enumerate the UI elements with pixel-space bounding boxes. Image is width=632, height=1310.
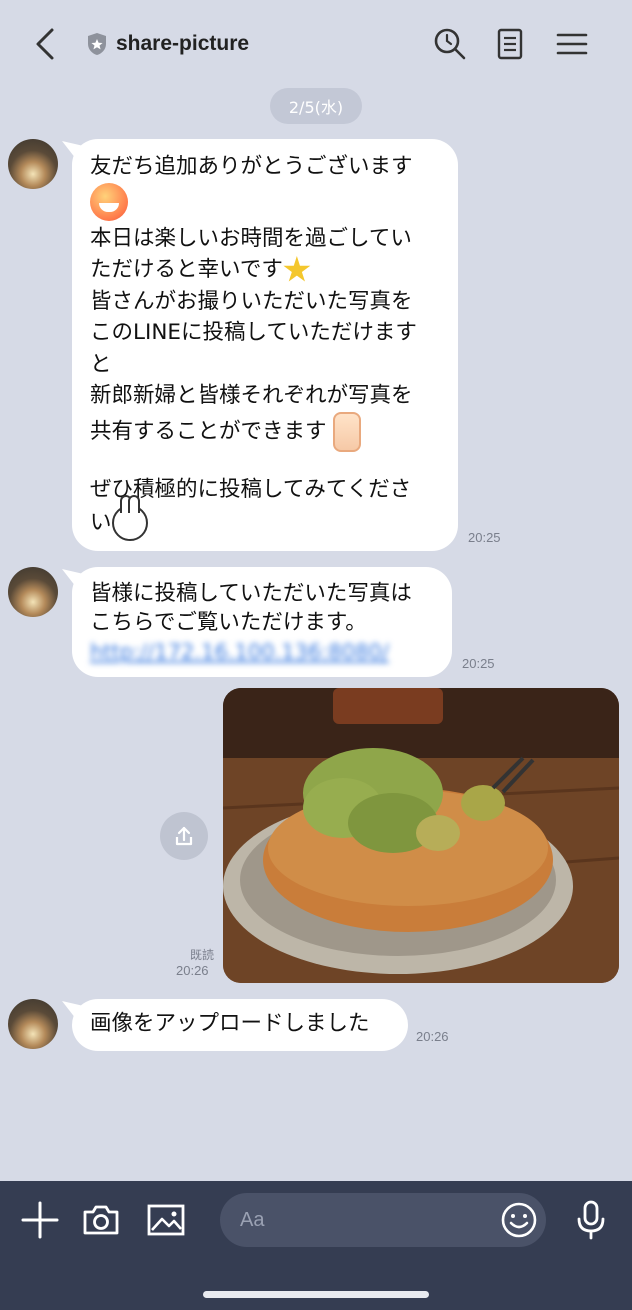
plus-icon[interactable] <box>19 1199 61 1241</box>
bunny-sticker-emoji-icon <box>111 495 148 541</box>
grinning-face-emoji-icon <box>90 182 128 221</box>
home-indicator[interactable] <box>203 1291 429 1298</box>
message-text-line: 本日は楽しいお時間を過ごしてい <box>90 225 412 251</box>
message-text-line: と <box>90 351 112 377</box>
message-timestamp: 20:25 <box>462 656 495 671</box>
message-bubble-link[interactable]: 皆様に投稿していただいた写真は こちらでご覧いただけます。 http://172… <box>72 567 452 677</box>
message-bubble-upload[interactable]: 画像をアップロードしました <box>72 999 408 1051</box>
message-text-line: 画像をアップロードしました <box>90 1011 370 1036</box>
message-text-line: 共有することができます <box>90 418 327 444</box>
notes-icon[interactable] <box>492 26 528 62</box>
message-text-line: このLINEに投稿していただけます <box>90 320 417 345</box>
message-text-line: 新郎新婦と皆様それぞれが写真を <box>90 383 413 408</box>
message-timestamp: 20:26 <box>176 963 209 978</box>
chat-header: share-picture <box>0 0 632 88</box>
url-link[interactable]: http://172.16.100.136:8080/ <box>90 637 434 669</box>
star-emoji-icon <box>283 256 311 282</box>
avatar[interactable] <box>8 999 58 1049</box>
pancake-photo-image <box>223 688 619 983</box>
read-receipt: 既読 <box>190 948 215 962</box>
avatar[interactable] <box>8 567 58 617</box>
share-icon <box>175 826 193 846</box>
official-shield-icon <box>88 33 106 55</box>
back-icon[interactable] <box>30 26 64 62</box>
chat-title-group[interactable]: share-picture <box>86 28 249 60</box>
camera-icon[interactable] <box>80 1199 122 1241</box>
share-button[interactable] <box>160 812 208 860</box>
thumbs-up-emoji-icon <box>333 411 362 452</box>
sent-photo[interactable] <box>223 688 619 983</box>
menu-icon[interactable] <box>554 26 590 62</box>
message-text-line: ぜひ積極的に投稿してみてくださ <box>90 476 412 502</box>
emoji-icon[interactable] <box>498 1199 540 1241</box>
message-text-line: 友だち追加ありがとうございます <box>90 154 413 179</box>
microphone-icon[interactable] <box>570 1199 612 1241</box>
message-text-line: 皆さんがお撮りいただいた写真を <box>90 288 413 314</box>
date-separator: 2/5(水) <box>270 88 362 124</box>
search-icon[interactable] <box>432 26 468 62</box>
message-text-line: い <box>90 510 112 535</box>
message-timestamp: 20:26 <box>416 1029 449 1044</box>
input-placeholder: Aa <box>240 1208 265 1231</box>
message-timestamp: 20:25 <box>468 530 501 545</box>
message-text-line: 皆様に投稿していただいた写真は <box>90 581 412 606</box>
chat-title: share-picture <box>116 32 250 55</box>
message-text-line: こちらでご覧いただけます。 <box>90 610 367 635</box>
message-bubble-welcome[interactable]: 友だち追加ありがとうございます 本日は楽しいお時間を過ごしてい ただけると幸いで… <box>72 139 458 551</box>
input-bar: Aa <box>0 1181 632 1310</box>
image-gallery-icon[interactable] <box>145 1199 187 1241</box>
avatar[interactable] <box>8 139 58 189</box>
message-text-line: ただけると幸いです <box>90 257 283 282</box>
